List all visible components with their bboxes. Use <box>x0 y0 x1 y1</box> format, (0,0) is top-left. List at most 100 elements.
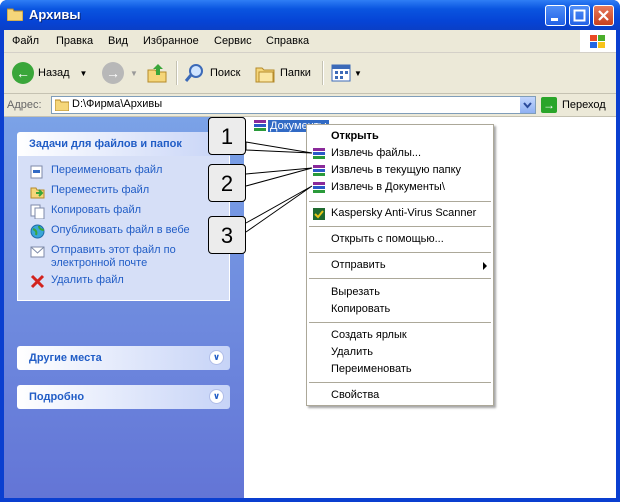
context-menu: Открыть Извлечь файлы... Извлечь в текущ… <box>306 124 494 406</box>
menu-separator <box>309 322 491 323</box>
rar-archive-icon <box>313 148 325 159</box>
copy-file-task[interactable]: Копировать файл <box>18 202 229 222</box>
views-dropdown-icon: ▼ <box>354 68 362 78</box>
search-button[interactable]: Поиск <box>184 61 240 85</box>
menu-separator <box>309 226 491 227</box>
other-places-header[interactable]: Другие места ∨ <box>17 346 230 370</box>
chevron-down-icon[interactable]: ∨ <box>209 350 224 365</box>
back-label: Назад <box>38 67 70 79</box>
menu-favorites[interactable]: Избранное <box>143 35 199 47</box>
callout-1: 1 <box>208 117 246 155</box>
up-folder-icon <box>147 64 167 83</box>
file-tasks-body: Переименовать файл Переместить файл Копи… <box>17 156 230 301</box>
file-tasks-header[interactable]: Задачи для файлов и папок <box>17 132 230 156</box>
callout-3: 3 <box>208 216 246 254</box>
menu-rename[interactable]: Переименовать <box>307 362 493 378</box>
address-dropdown-button[interactable] <box>520 97 535 113</box>
back-button[interactable]: ← Назад ▼ <box>12 61 87 85</box>
go-arrow-icon: → <box>541 97 557 113</box>
menu-label: Создать ярлык <box>331 329 407 341</box>
maximize-icon <box>573 9 586 22</box>
menu-label: Копировать <box>331 303 391 315</box>
details-header[interactable]: Подробно ∨ <box>17 385 230 409</box>
menu-label: Открыть с помощью... <box>331 233 444 245</box>
submenu-arrow-icon <box>483 262 487 270</box>
menu-kaspersky[interactable]: Kaspersky Anti-Virus Scanner <box>307 206 493 222</box>
menu-edit[interactable]: Правка <box>56 35 93 47</box>
other-places-panel: Другие места ∨ <box>17 346 230 370</box>
delete-file-task[interactable]: Удалить файл <box>18 272 229 292</box>
rar-archive-icon <box>313 165 325 176</box>
title-bar[interactable]: Архивы <box>0 0 620 30</box>
menu-tools[interactable]: Сервис <box>214 35 252 47</box>
details-title: Подробно <box>29 391 85 403</box>
close-button[interactable] <box>593 5 614 26</box>
task-label: Отправить этот файл по электронной почте <box>51 244 176 269</box>
forward-button[interactable]: → ▼ <box>102 61 138 85</box>
task-label: Переместить файл <box>51 184 150 196</box>
folders-button[interactable]: Папки <box>254 61 311 85</box>
minimize-button[interactable] <box>545 5 566 26</box>
menu-separator <box>309 252 491 253</box>
menu-label: Kaspersky Anti-Virus Scanner <box>331 207 477 219</box>
chevron-down-icon[interactable]: ∨ <box>209 389 224 404</box>
folders-icon <box>255 67 275 83</box>
menu-open-with[interactable]: Открыть с помощью... <box>307 232 493 248</box>
menu-label: Извлечь файлы... <box>331 147 422 159</box>
task-label: Копировать файл <box>51 204 142 216</box>
go-label: Переход <box>562 99 606 111</box>
folder-icon <box>7 8 23 21</box>
email-icon <box>30 246 45 258</box>
go-button[interactable]: → Переход <box>541 96 606 114</box>
email-file-task[interactable]: Отправить этот файл по электронной почте <box>18 242 229 272</box>
menu-label: Удалить <box>331 346 373 358</box>
forward-arrow-icon: → <box>102 62 124 84</box>
task-label: Переименовать файл <box>51 164 163 176</box>
address-input[interactable]: D:\Фирма\Архивы <box>51 96 536 114</box>
menu-open[interactable]: Открыть <box>307 129 493 145</box>
maximize-button[interactable] <box>569 5 590 26</box>
menu-help[interactable]: Справка <box>266 35 309 47</box>
address-bar: Адрес: D:\Фирма\Архивы → Переход <box>4 94 616 117</box>
menu-copy[interactable]: Копировать <box>307 302 493 318</box>
toolbar-separator <box>176 61 178 85</box>
other-places-title: Другие места <box>29 352 102 364</box>
menu-extract-here[interactable]: Извлечь в текущую папку <box>307 163 493 179</box>
menu-properties[interactable]: Свойства <box>307 388 493 404</box>
menu-separator <box>309 278 491 279</box>
forward-dropdown-icon[interactable]: ▼ <box>130 69 138 78</box>
details-panel: Подробно ∨ <box>17 385 230 409</box>
back-arrow-icon: ← <box>12 62 34 84</box>
search-label: Поиск <box>210 67 241 79</box>
move-file-task[interactable]: Переместить файл <box>18 182 229 202</box>
menu-label: Открыть <box>331 130 379 142</box>
menu-file[interactable]: Файл <box>12 35 39 47</box>
menu-delete[interactable]: Удалить <box>307 345 493 361</box>
task-label: Опубликовать файл в вебе <box>51 224 190 236</box>
back-dropdown-icon[interactable]: ▼ <box>80 69 88 78</box>
rar-archive-icon <box>313 182 325 193</box>
close-icon <box>598 10 609 21</box>
menu-send-to[interactable]: Отправить <box>307 258 493 274</box>
menu-extract-files[interactable]: Извлечь файлы... <box>307 146 493 162</box>
task-label: Удалить файл <box>51 274 124 286</box>
menu-label: Свойства <box>331 389 380 401</box>
menu-extract-to[interactable]: Извлечь в Документы\ <box>307 180 493 196</box>
rename-icon <box>30 165 43 179</box>
callout-2: 2 <box>208 164 246 202</box>
menu-bar: Файл Правка Вид Избранное Сервис Справка <box>4 30 616 53</box>
windows-logo <box>580 30 616 52</box>
rename-file-task[interactable]: Переименовать файл <box>18 162 229 182</box>
views-button[interactable]: ▼ <box>330 61 362 85</box>
menu-cut[interactable]: Вырезать <box>307 285 493 301</box>
windows-flag-icon <box>590 35 605 48</box>
menu-create-shortcut[interactable]: Создать ярлык <box>307 328 493 344</box>
menu-label: Отправить <box>331 259 386 271</box>
menu-view[interactable]: Вид <box>108 35 128 47</box>
menu-separator <box>309 382 491 383</box>
address-label: Адрес: <box>7 99 42 111</box>
rar-archive-icon <box>254 120 266 131</box>
publish-file-task[interactable]: Опубликовать файл в вебе <box>18 222 229 242</box>
up-folder-button[interactable] <box>146 61 168 85</box>
toolbar: ← Назад ▼ → ▼ Поиск Папки ▼ <box>4 53 616 94</box>
